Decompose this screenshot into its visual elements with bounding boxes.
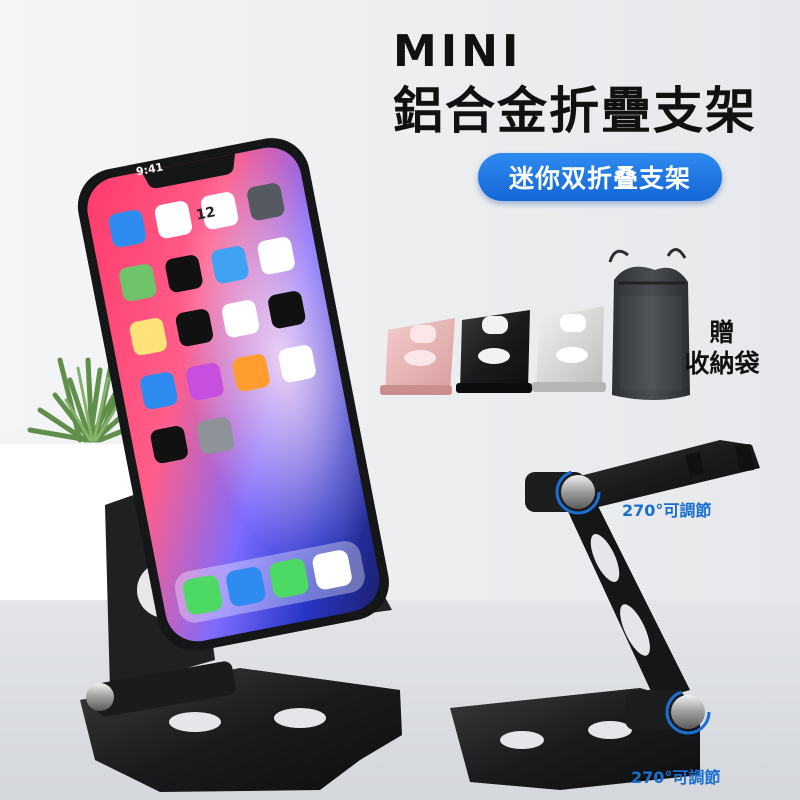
gift-line-2: 收納袋	[684, 348, 760, 378]
hinge-callout-top: 270°可調節	[622, 501, 712, 520]
product-badge: 迷你双折叠支架	[478, 153, 722, 201]
stand-rose-gold	[380, 318, 455, 395]
stand-silver	[532, 306, 606, 392]
hinge-callout-bottom: 270°可調節	[631, 768, 721, 787]
title-line-1: MINI	[393, 26, 523, 77]
gift-note: 贈 收納袋	[672, 318, 772, 379]
stand-black	[456, 310, 532, 393]
title-line-2: 鋁合金折疊支架	[393, 82, 757, 140]
product-banner: MINI 鋁合金折疊支架 迷你双折叠支架 贈 收納袋 270°可調節 270°可…	[0, 0, 800, 800]
gift-line-1: 贈	[709, 318, 735, 347]
